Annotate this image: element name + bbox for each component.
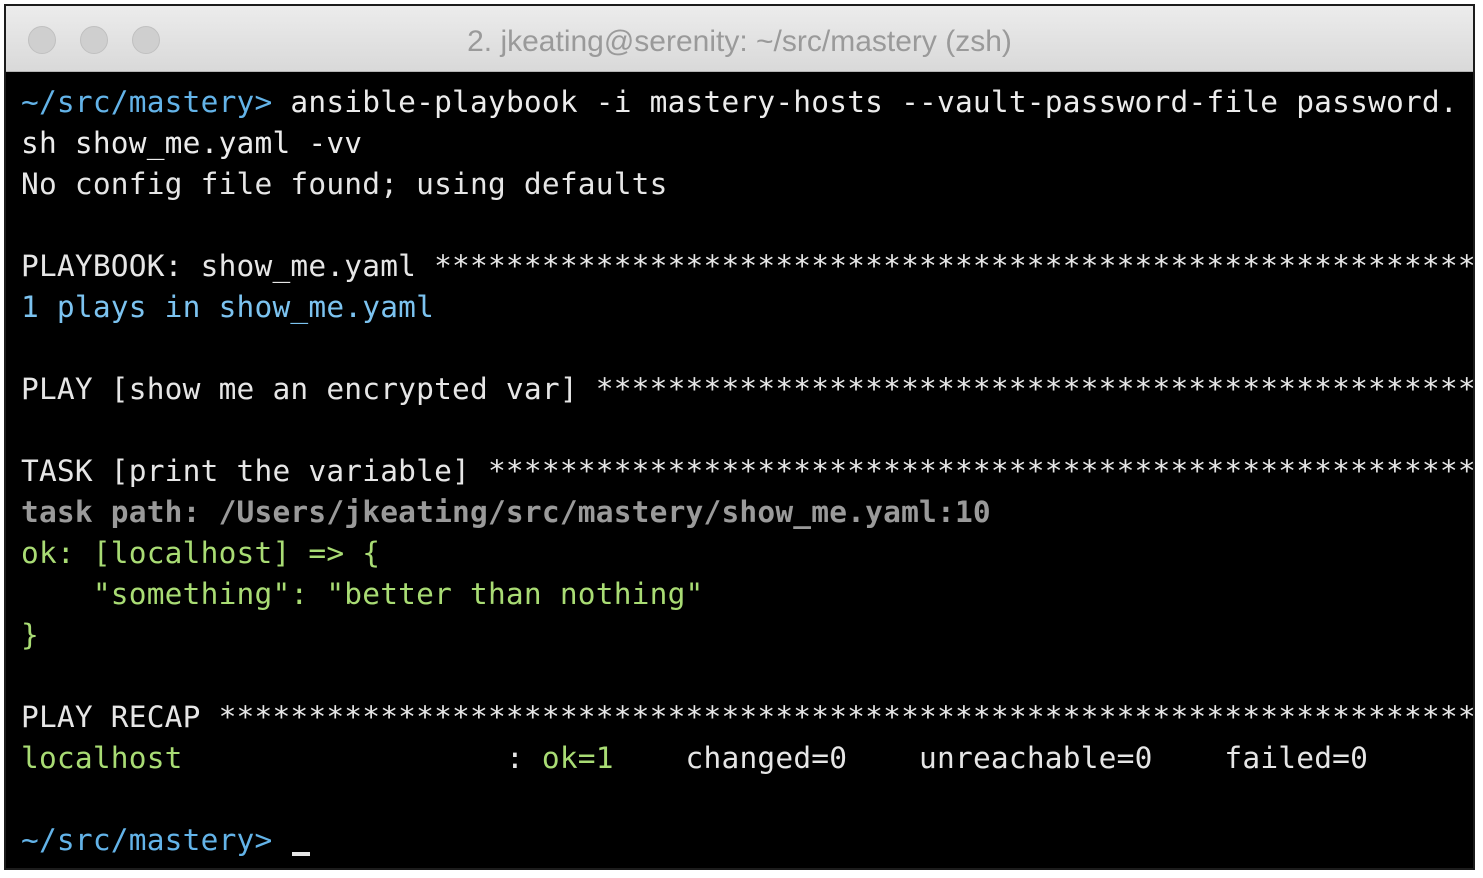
recap-failed: failed=0 xyxy=(1152,741,1369,775)
final-shell-prompt: ~/src/mastery> xyxy=(21,823,273,857)
recap-header: PLAY RECAP *****************************… xyxy=(21,700,1475,734)
recap-ok: ok=1 xyxy=(541,741,614,775)
shell-prompt: ~/src/mastery> xyxy=(21,85,273,119)
recap-line: localhost : ok=1 changed=0 unreachable=0… xyxy=(21,738,1473,779)
task-ok-line: ok: [localhost] => { xyxy=(21,536,381,570)
recap-separator: : xyxy=(182,741,542,775)
recap-changed: changed=0 xyxy=(613,741,848,775)
config-notice: No config file found; using defaults xyxy=(21,167,668,201)
plays-count-line: 1 plays in show_me.yaml xyxy=(21,290,435,324)
playbook-header: PLAYBOOK: show_me.yaml *****************… xyxy=(21,249,1475,283)
terminal-output[interactable]: ~/src/mastery> ansible-playbook -i maste… xyxy=(6,72,1473,868)
command-line: ~/src/mastery> ansible-playbook -i maste… xyxy=(21,82,1473,123)
window-title: 2. jkeating@serenity: ~/src/mastery (zsh… xyxy=(467,25,1012,58)
command-text: ansible-playbook -i mastery-hosts --vaul… xyxy=(272,85,1458,119)
recap-host: localhost xyxy=(21,741,183,775)
title-bar[interactable]: 2. jkeating@serenity: ~/src/mastery (zsh… xyxy=(6,6,1473,72)
text-cursor xyxy=(292,852,311,856)
play-header: PLAY [show me an encrypted var] ********… xyxy=(21,372,1475,406)
final-prompt-line[interactable]: ~/src/mastery> xyxy=(21,820,1473,861)
terminal-window: 2. jkeating@serenity: ~/src/mastery (zsh… xyxy=(4,4,1475,870)
closing-brace: } xyxy=(21,618,39,652)
task-path-line: task path: /Users/jkeating/src/mastery/s… xyxy=(21,495,991,529)
command-continuation: sh show_me.yaml -vv xyxy=(21,126,363,160)
task-header: TASK [print the variable] **************… xyxy=(21,454,1475,488)
variable-value-line: "something": "better than nothing" xyxy=(21,577,704,611)
recap-unreachable: unreachable=0 xyxy=(847,741,1153,775)
